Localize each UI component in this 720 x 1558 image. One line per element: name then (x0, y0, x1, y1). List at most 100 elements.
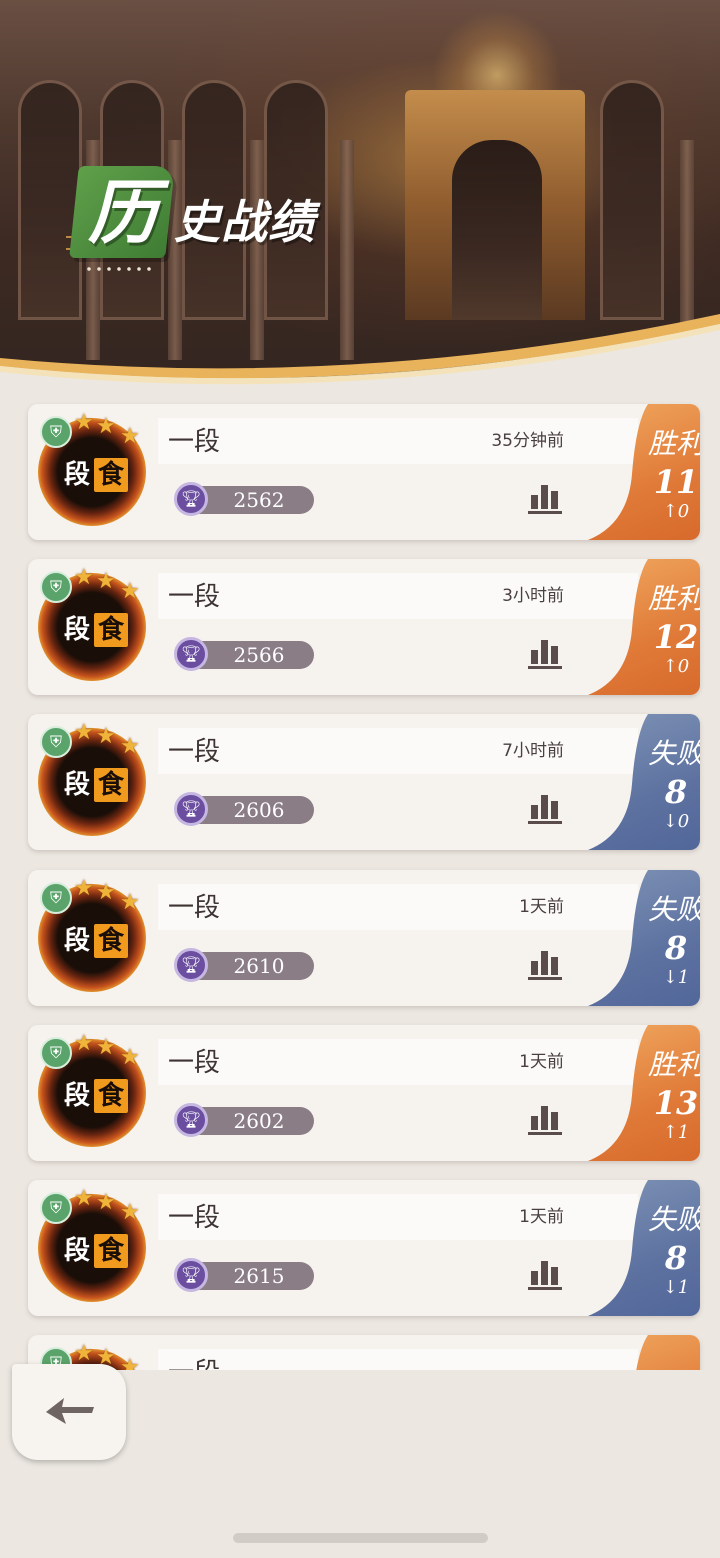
bar-chart-bar (551, 957, 558, 975)
bar-chart-icon[interactable] (528, 480, 562, 514)
trophy-icon: 🏆︎ (174, 792, 208, 826)
header-banner: 历 史战绩 (0, 0, 720, 400)
badge-char-1: 段 (63, 615, 90, 645)
star-icon: ★ (96, 1035, 116, 1060)
bar-chart-bar (531, 805, 538, 819)
time-label: 35分钟前 (491, 431, 564, 451)
bar-chart-bar (551, 1267, 558, 1285)
match-card[interactable]: ★ ★ ★ ⛨ 段 食 一段 3小时前 🏆︎ 2566 ✦ 胜利 12 (28, 559, 700, 695)
badge-char-2: 食 (94, 1234, 128, 1268)
star-icon: ★ (74, 1186, 94, 1211)
result-text: 胜利 (647, 582, 700, 615)
rank-badge: ★ ★ ★ ⛨ 段 食 (34, 878, 150, 998)
bar-chart-bar (531, 495, 538, 509)
match-card[interactable]: ★ ★ ★ ⛨ 段 食 一段 🏆︎ ✦ (28, 1335, 700, 1370)
score-value: 2562 (233, 488, 285, 512)
match-card[interactable]: ★ ★ ★ ⛨ 段 食 一段 1天前 🏆︎ 2615 ✦ 失败 8 (28, 1180, 700, 1316)
back-arrow-icon (46, 1398, 94, 1424)
match-card[interactable]: ★ ★ ★ ⛨ 段 食 一段 7小时前 🏆︎ 2606 ✦ 失败 8 (28, 714, 700, 850)
rank-badge: ★ ★ ★ ⛨ 段 食 (34, 412, 150, 532)
match-card[interactable]: ★ ★ ★ ⛨ 段 食 一段 1天前 🏆︎ 2610 ✦ 失败 8 (28, 870, 700, 1006)
bar-chart-bar (541, 1261, 548, 1285)
bar-chart-bar (541, 1106, 548, 1130)
card-top-band (158, 1194, 638, 1240)
bar-chart-icon[interactable] (528, 790, 562, 824)
badge-char-1: 段 (63, 460, 90, 490)
rank-badge: ★ ★ ★ ⛨ 段 食 (34, 567, 150, 687)
time-label: 1天前 (519, 897, 564, 917)
match-card[interactable]: ★ ★ ★ ⛨ 段 食 一段 1天前 🏆︎ 2602 ✦ 胜利 13 (28, 1025, 700, 1161)
trophy-icon: 🏆︎ (174, 482, 208, 516)
star-icon: ★ (96, 724, 116, 749)
star-icon: ★ (74, 565, 94, 590)
rank-label: 一段 (168, 1048, 221, 1078)
star-icon: ★ (96, 880, 116, 905)
result-text: 胜利 (647, 1048, 700, 1081)
badge-char-1: 段 (63, 926, 90, 956)
bar-chart-icon[interactable] (528, 1101, 562, 1135)
trophy-icon: 🏆︎ (174, 1103, 208, 1137)
bar-chart-bar (551, 801, 558, 819)
shield-icon: ⛨ (40, 1037, 72, 1069)
bar-chart-bar (551, 1112, 558, 1130)
gate-doorway (452, 140, 542, 320)
shield-icon: ⛨ (40, 571, 72, 603)
rank-label: 一段 (168, 1203, 221, 1233)
shield-icon: ⛨ (40, 416, 72, 448)
title-first-char: 历 (88, 171, 158, 254)
star-icon: ★ (96, 569, 116, 594)
score-value: 2615 (233, 1264, 285, 1288)
rank-badge: ★ ★ ★ ⛨ 段 食 (34, 722, 150, 842)
bar-chart-bar (541, 640, 548, 664)
score-value: 2602 (233, 1109, 285, 1133)
badge-char-2: 食 (94, 613, 128, 647)
bar-chart-base (528, 977, 562, 980)
home-indicator[interactable] (233, 1533, 488, 1543)
rank-label: 一段 (168, 893, 221, 923)
trophy-icon: 🏆︎ (174, 637, 208, 671)
score-value: 2610 (233, 954, 285, 978)
bar-chart-icon[interactable] (528, 946, 562, 980)
shield-icon: ⛨ (40, 882, 72, 914)
result-text: 胜利 (647, 427, 700, 460)
time-label: 1天前 (519, 1207, 564, 1227)
result-delta: ↑1 (662, 1122, 690, 1143)
match-history-list[interactable]: ★ ★ ★ ⛨ 段 食 一段 35分钟前 🏆︎ 2562 ✦ 胜利 11 (0, 400, 720, 1370)
bar-chart-bar (531, 1116, 538, 1130)
back-button[interactable] (12, 1364, 126, 1460)
star-icon: ★ (74, 1341, 94, 1366)
bar-chart-base (528, 1287, 562, 1290)
arch (600, 80, 664, 320)
result-text: 失败 (647, 737, 700, 770)
bar-chart-bar (541, 795, 548, 819)
result-number: 12 (653, 618, 699, 656)
trophy-icon: 🏆︎ (174, 1258, 208, 1292)
bar-chart-bar (531, 650, 538, 664)
trophy-icon: 🏆︎ (174, 948, 208, 982)
result-delta: ↑0 (662, 501, 690, 522)
card-top-band (158, 573, 638, 619)
bar-chart-icon[interactable] (528, 1256, 562, 1290)
bar-chart-bar (541, 951, 548, 975)
header-ribbon (0, 314, 720, 400)
score-value: 2566 (233, 643, 285, 667)
star-icon: ★ (120, 1200, 140, 1225)
bar-chart-base (528, 666, 562, 669)
bar-chart-icon[interactable] (528, 635, 562, 669)
result-delta: ↓0 (662, 811, 690, 832)
page-title: 史战绩 (174, 195, 315, 249)
bar-chart-bar (551, 491, 558, 509)
shield-icon: ⛨ (40, 1192, 72, 1224)
result-number: 8 (664, 773, 688, 811)
result-number: 13 (653, 1084, 699, 1122)
star-icon: ★ (74, 876, 94, 901)
star-icon: ★ (96, 1190, 116, 1215)
result-delta: ↓1 (662, 967, 690, 988)
bar-chart-bar (531, 1271, 538, 1285)
match-card[interactable]: ★ ★ ★ ⛨ 段 食 一段 35分钟前 🏆︎ 2562 ✦ 胜利 11 (28, 404, 700, 540)
star-icon: ★ (120, 424, 140, 449)
result-number: 8 (664, 1239, 688, 1277)
badge-char-1: 段 (63, 1236, 90, 1266)
bar-chart-base (528, 1132, 562, 1135)
score-value: 2606 (233, 798, 285, 822)
